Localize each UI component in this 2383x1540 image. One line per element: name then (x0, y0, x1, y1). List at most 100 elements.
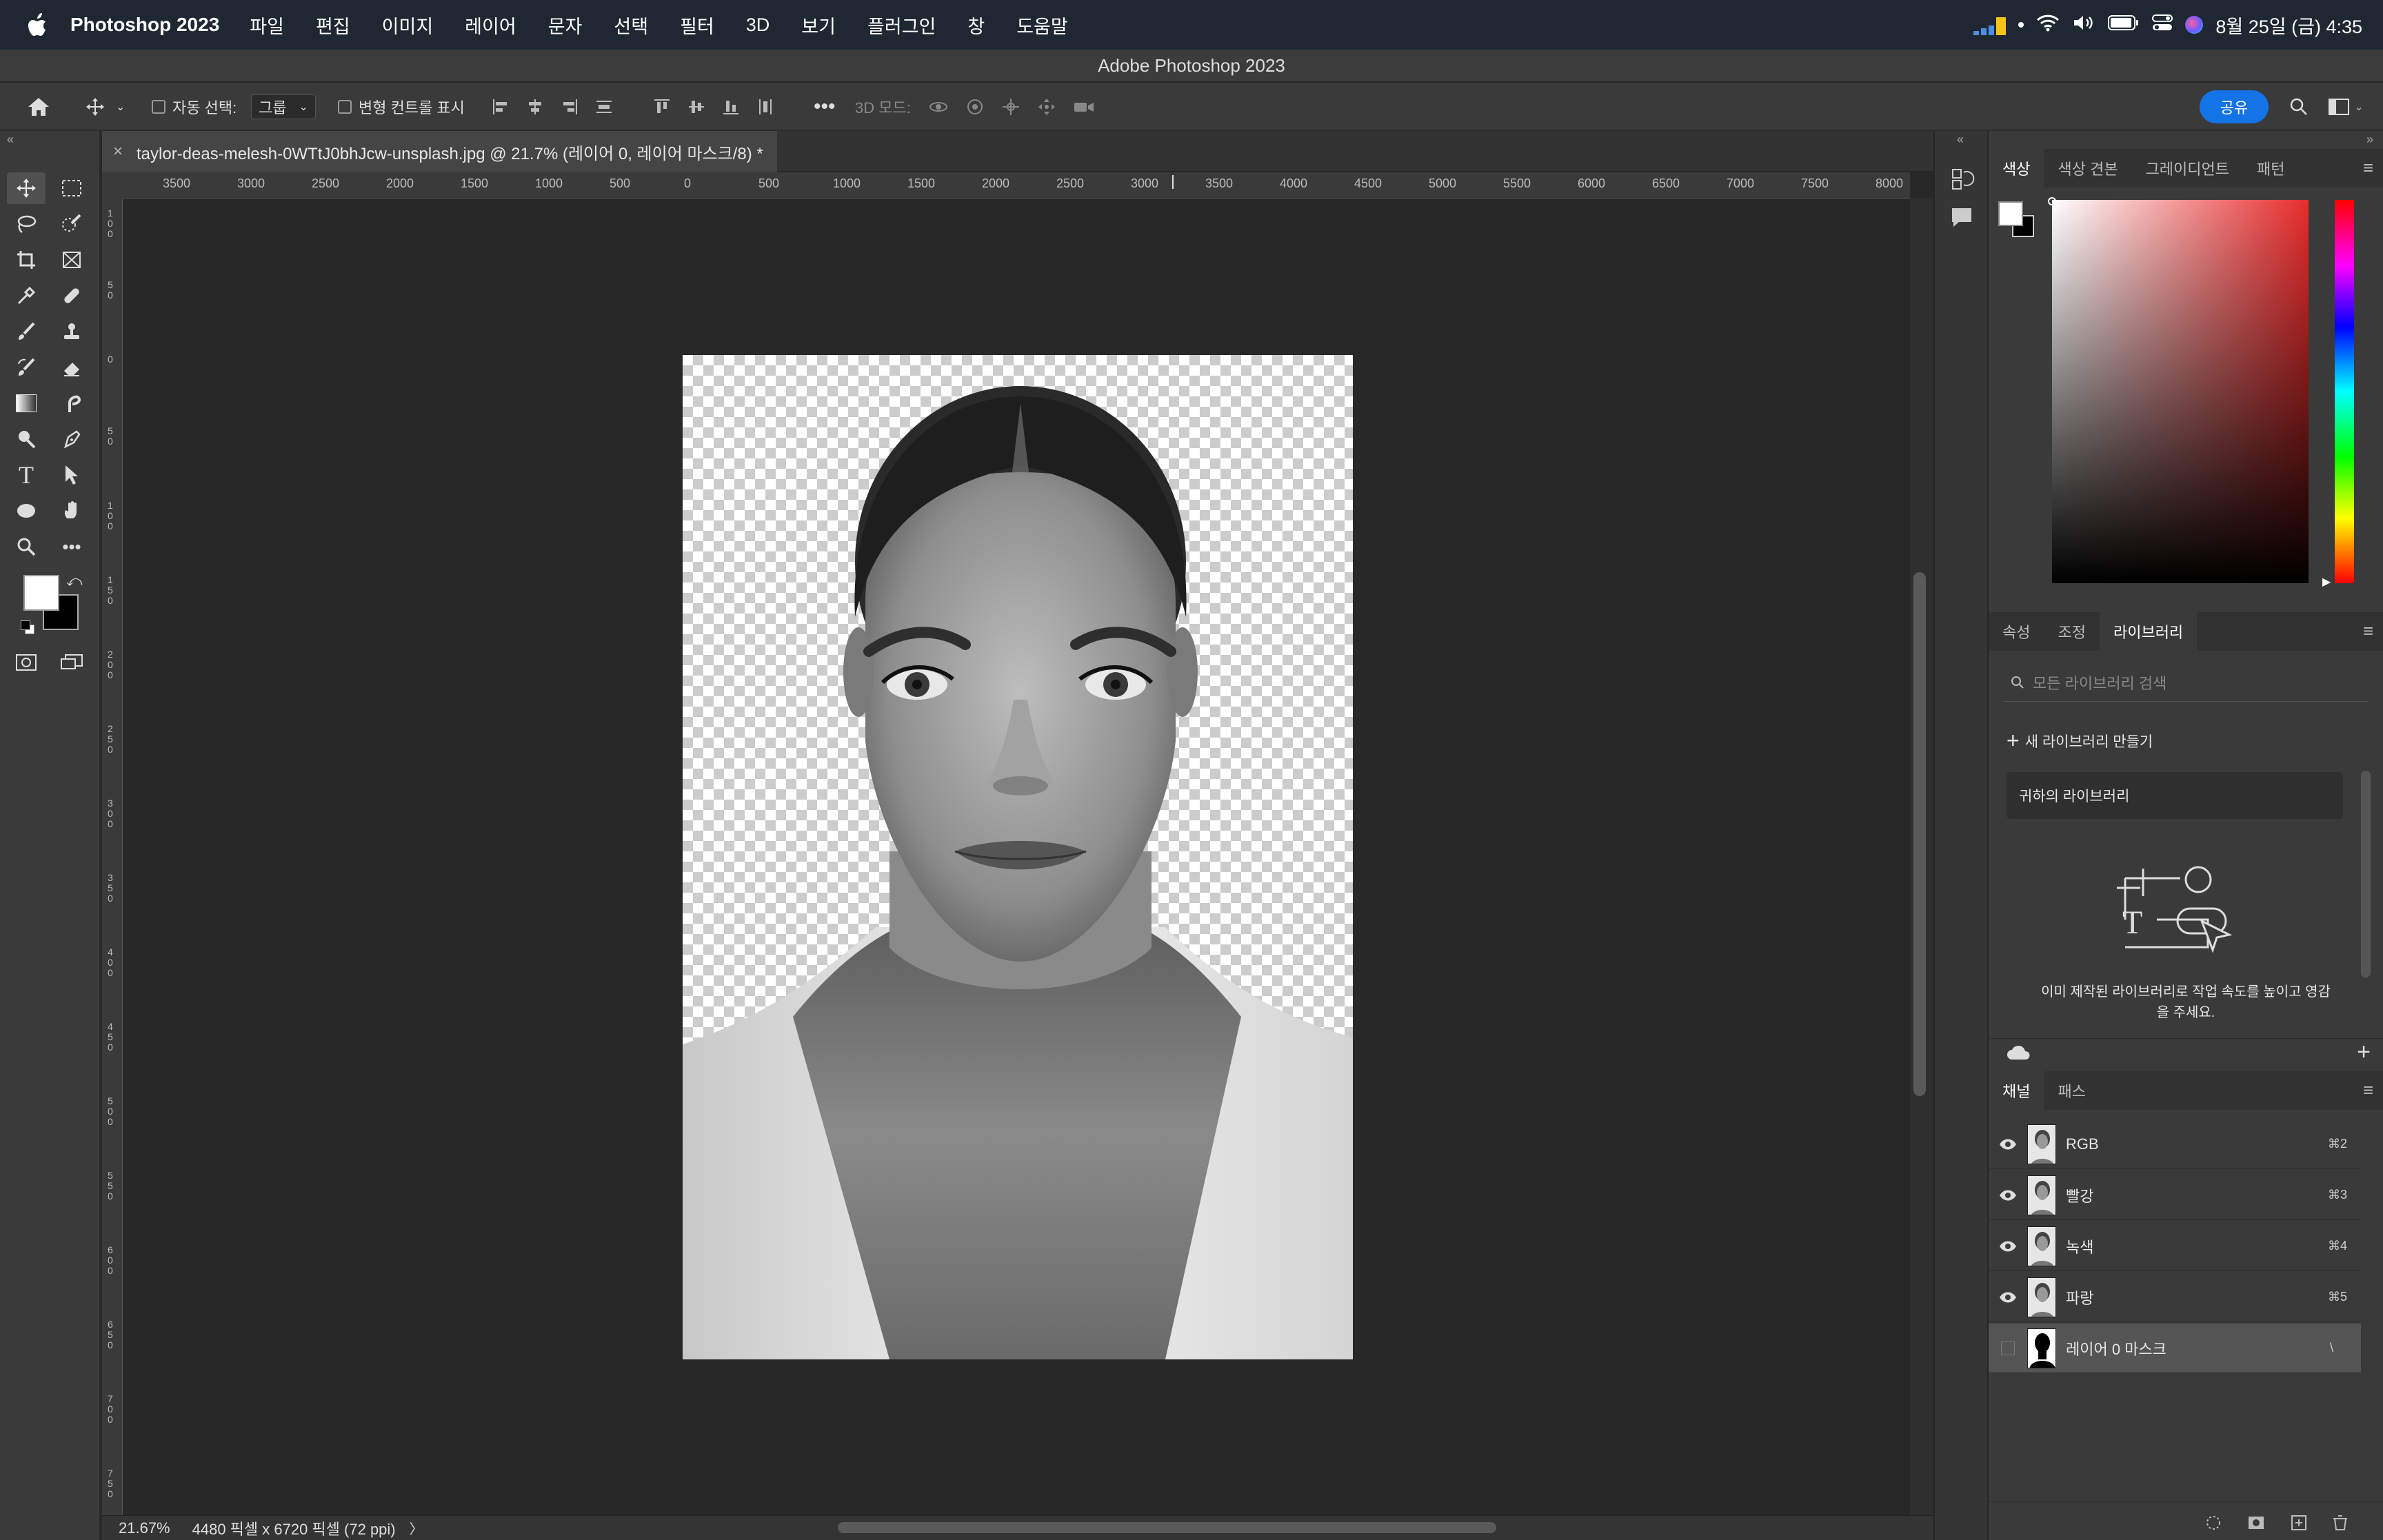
trash-icon[interactable] (2331, 1513, 2350, 1532)
tab-channels[interactable]: 채널 (1989, 1071, 2044, 1110)
move-tool-button[interactable] (7, 172, 46, 204)
vertical-ruler[interactable]: 100 50 0 50 100 150 200 250 300 350 400 … (102, 199, 123, 1515)
audio-level-icon[interactable] (1973, 14, 2007, 35)
comments-panel-icon[interactable] (1949, 204, 1975, 234)
color-panel-menu-icon[interactable]: ≡ (2363, 157, 2373, 179)
hue-slider-handle-icon[interactable]: ▶ (2322, 575, 2331, 589)
pen-tool-button[interactable] (52, 423, 91, 455)
align-bottom-icon[interactable] (721, 97, 741, 116)
siri-icon[interactable] (2185, 16, 2204, 34)
auto-select-checkbox[interactable]: 자동 선택: (152, 83, 237, 131)
crop-tool-button[interactable] (7, 244, 46, 276)
3d-orbit-icon[interactable] (928, 97, 949, 116)
vertical-scrollbar-thumb[interactable] (1913, 572, 1926, 1096)
eye-icon[interactable] (1989, 1189, 2027, 1202)
channel-row-layer-mask[interactable]: 레이어 0 마스크 \ (1989, 1324, 2361, 1373)
ellipse-tool-button[interactable] (7, 495, 46, 527)
zoom-level[interactable]: 21.67% (119, 1519, 170, 1537)
auto-select-dropdown-box[interactable]: 그룹 ⌄ (251, 94, 316, 119)
document-canvas-image[interactable] (683, 355, 1353, 1359)
frame-tool-button[interactable] (52, 244, 91, 276)
more-options-icon[interactable]: ••• (814, 83, 836, 131)
tool-preset-chevron-icon[interactable]: ⌄ (116, 83, 125, 131)
menubar-clock[interactable]: 8월 25일 (금) 4:35 (2215, 12, 2362, 39)
menu-view[interactable]: 보기 (801, 12, 836, 39)
search-icon[interactable] (2285, 83, 2313, 131)
eye-icon[interactable] (1989, 1138, 2027, 1151)
load-selection-icon[interactable] (2204, 1513, 2223, 1532)
channel-row-red[interactable]: 빨강 ⌘3 (1989, 1171, 2361, 1220)
channel-row-blue[interactable]: 파랑 ⌘5 (1989, 1273, 2361, 1322)
swap-colors-icon[interactable]: ⤺ (66, 572, 83, 590)
distribute-icon[interactable] (594, 97, 614, 116)
healing-brush-tool-button[interactable] (52, 280, 91, 312)
transform-controls-checkbox[interactable]: 변형 컨트롤 표시 (338, 83, 465, 131)
horizontal-ruler[interactable]: 3500 3000 2500 2000 1500 1000 500 0 500 … (123, 172, 1910, 199)
status-more-chevron-icon[interactable]: 〉 (410, 1518, 423, 1538)
document-tab[interactable]: × taylor-deas-melesh-0WTtJ0bhJcw-unsplas… (102, 131, 777, 172)
tab-libraries[interactable]: 라이브러리 (2099, 612, 2198, 651)
your-library-item[interactable]: 귀하의 라이브러리 (2007, 772, 2343, 819)
panel-color-swatches[interactable] (1998, 201, 2034, 237)
library-scrollbar-thumb[interactable] (2361, 771, 2371, 977)
type-tool-icon[interactable]: T (7, 459, 46, 491)
control-center-icon[interactable] (2152, 14, 2173, 37)
ruler-origin[interactable] (102, 172, 123, 199)
align-top-icon[interactable] (652, 97, 672, 116)
library-panel-menu-icon[interactable]: ≡ (2363, 620, 2373, 642)
menu-filter[interactable]: 필터 (680, 12, 714, 39)
tab-adjustments[interactable]: 조정 (2044, 612, 2099, 651)
history-brush-tool-button[interactable] (7, 352, 46, 383)
volume-icon[interactable] (2072, 14, 2095, 37)
collapse-right-panel-icon[interactable]: » (2366, 132, 2373, 147)
workspace-icon[interactable]: ⌄ (2325, 83, 2366, 131)
eraser-tool-button[interactable] (52, 352, 91, 383)
brush-tool-button[interactable] (7, 316, 46, 347)
auto-select-checkbox-box[interactable] (152, 100, 165, 114)
share-button[interactable]: 공유 (2200, 90, 2269, 123)
menu-layer[interactable]: 레이어 (465, 12, 516, 39)
align-right-icon[interactable] (560, 97, 579, 116)
menu-select[interactable]: 선택 (614, 12, 648, 39)
marquee-tool-button[interactable] (52, 172, 91, 204)
align-center-icon[interactable] (525, 97, 545, 116)
visibility-toggle-empty[interactable] (1989, 1341, 2027, 1355)
menu-help[interactable]: 도움말 (1016, 12, 1068, 39)
distribute-vertical-icon[interactable] (756, 97, 775, 116)
3d-pan-icon[interactable] (1001, 97, 1020, 116)
menu-edit[interactable]: 편집 (316, 12, 350, 39)
menu-plugins[interactable]: 플러그인 (867, 12, 936, 39)
horizontal-scrollbar-thumb[interactable] (838, 1522, 1496, 1533)
tab-gradients[interactable]: 그레이디언트 (2132, 149, 2243, 188)
eyedropper-tool-button[interactable] (7, 280, 46, 312)
eye-icon[interactable] (1989, 1291, 2027, 1304)
app-name-menu[interactable]: Photoshop 2023 (70, 14, 219, 36)
hand-rotate-tool-button[interactable] (52, 495, 91, 527)
quick-mask-icon[interactable] (7, 647, 46, 678)
battery-icon[interactable] (2108, 14, 2140, 36)
align-left-icon[interactable] (491, 97, 510, 116)
tab-properties[interactable]: 속성 (1989, 612, 2044, 651)
close-tab-icon[interactable]: × (113, 142, 123, 161)
collapse-tools-icon[interactable]: « (7, 132, 14, 147)
tab-patterns[interactable]: 패턴 (2243, 149, 2298, 188)
new-channel-icon[interactable] (2289, 1513, 2309, 1532)
dodge-tool-button[interactable] (7, 423, 46, 455)
wifi-icon[interactable] (2036, 14, 2060, 37)
menu-window[interactable]: 창 (967, 12, 985, 39)
eye-icon[interactable] (1989, 1240, 2027, 1253)
cloud-icon[interactable] (2007, 1044, 2031, 1062)
screen-mode-icon[interactable] (52, 647, 91, 678)
foreground-color-swatch-top[interactable] (23, 575, 59, 611)
transform-controls-checkbox-box[interactable] (338, 100, 352, 114)
apple-icon[interactable] (25, 11, 52, 39)
collapse-left-panel-icon[interactable]: « (1957, 132, 1964, 147)
3d-slide-icon[interactable] (1037, 97, 1056, 116)
tab-color[interactable]: 색상 (1989, 149, 2044, 188)
color-picker-marker[interactable] (2048, 197, 2056, 205)
add-library-item-icon[interactable]: + (2357, 1039, 2371, 1066)
smudge-tool-button[interactable] (52, 387, 91, 419)
channel-row-green[interactable]: 녹색 ⌘4 (1989, 1222, 2361, 1271)
channel-row-rgb[interactable]: RGB ⌘2 (1989, 1119, 2361, 1169)
move-tool-icon[interactable] (81, 83, 109, 131)
